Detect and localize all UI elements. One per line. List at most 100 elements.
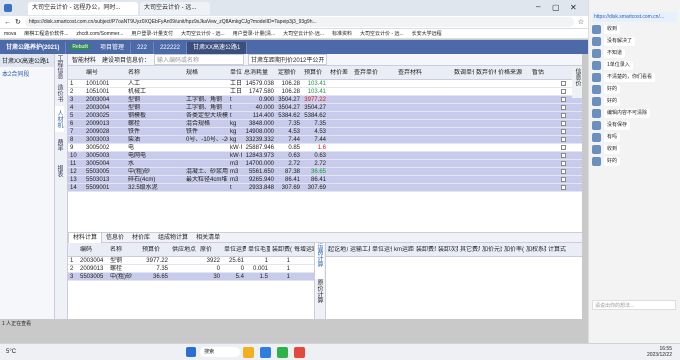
table-cell[interactable]: 4.53: [302, 128, 328, 136]
bottom-row[interactable]: 3 5503005 中(粗)砂 36.65 30 5.4 1.5 1: [68, 273, 314, 281]
table-cell[interactable]: 电网电: [126, 152, 184, 160]
table-cell[interactable]: 5.4: [222, 273, 246, 281]
table-cell[interactable]: 2003025: [84, 112, 126, 120]
table-cell[interactable]: 12: [68, 168, 84, 176]
bookmark[interactable]: 大司空云计价 - 远...: [360, 30, 404, 37]
table-cell[interactable]: 307.69: [302, 184, 328, 192]
table-cell[interactable]: 1: [270, 257, 292, 265]
table-cell[interactable]: 3922: [198, 257, 222, 265]
table-cell[interactable]: 7.44: [302, 136, 328, 144]
bookmark[interactable]: mova: [4, 31, 16, 37]
table-cell[interactable]: 混合规格: [184, 120, 228, 128]
table-cell[interactable]: 0.63: [276, 152, 302, 160]
avatar[interactable]: [592, 49, 601, 58]
table-cell[interactable]: 5561.650: [242, 168, 276, 176]
table-cell[interactable]: 2003004: [78, 257, 108, 265]
table-cell[interactable]: [328, 144, 352, 152]
table-cell[interactable]: 7.44: [276, 136, 302, 144]
tab-related-list[interactable]: 相关清单: [192, 233, 224, 243]
table-cell[interactable]: kg: [228, 120, 242, 128]
tab-price-library[interactable]: 材价库: [128, 233, 154, 243]
table-cell[interactable]: t: [228, 184, 242, 192]
table-cell[interactable]: 0: [198, 265, 222, 273]
table-cell[interactable]: 14579.038: [242, 80, 276, 88]
table-cell[interactable]: [170, 273, 198, 281]
tab-info-price[interactable]: 信息价: [102, 233, 128, 243]
table-cell[interactable]: 0.001: [246, 265, 270, 273]
table-cell[interactable]: 3003003: [84, 136, 126, 144]
table-cell[interactable]: kW·h: [228, 152, 242, 160]
table-cell[interactable]: 混凝土、砂浆用堆...: [184, 168, 228, 176]
table-cell[interactable]: 中(粗)砂: [108, 273, 140, 281]
table-cell[interactable]: 3977.22: [140, 257, 170, 265]
table-cell[interactable]: 32.5级水泥: [126, 184, 184, 192]
table-cell[interactable]: 3: [68, 273, 78, 281]
avatar[interactable]: [592, 157, 601, 166]
table-cell[interactable]: 2: [68, 88, 84, 96]
table-cell[interactable]: 2.72: [276, 160, 302, 168]
table-cell[interactable]: [184, 160, 228, 168]
avatar[interactable]: [592, 37, 601, 46]
table-cell[interactable]: 0.900: [242, 96, 276, 104]
table-cell[interactable]: 钢模板: [126, 112, 184, 120]
tab-222[interactable]: 222: [131, 42, 154, 54]
table-cell[interactable]: 3977.22: [302, 96, 328, 104]
app-icon[interactable]: [294, 346, 306, 358]
refresh-icon[interactable]: ↻: [15, 18, 21, 26]
estimate-checkbox[interactable]: [561, 81, 566, 86]
table-cell[interactable]: 0: [222, 265, 246, 273]
table-cell[interactable]: [170, 265, 198, 273]
table-cell[interactable]: kW·h: [228, 144, 242, 152]
tab-project-management[interactable]: 项目管理: [94, 42, 131, 54]
table-cell[interactable]: 87.38: [276, 168, 302, 176]
table-cell[interactable]: 2009028: [84, 128, 126, 136]
table-cell[interactable]: 中(粗)砂: [126, 168, 184, 176]
table-cell[interactable]: [328, 152, 352, 160]
table-cell[interactable]: 40.000: [242, 104, 276, 112]
table-cell[interactable]: [328, 104, 352, 112]
avatar[interactable]: [592, 25, 601, 34]
table-cell[interactable]: 4.53: [276, 128, 302, 136]
table-cell[interactable]: [328, 176, 352, 184]
table-cell[interactable]: [328, 80, 352, 88]
table-cell[interactable]: 103.41: [302, 80, 328, 88]
table-cell[interactable]: 2003004: [84, 96, 126, 104]
table-cell[interactable]: 9: [68, 144, 84, 152]
table-cell[interactable]: 5503005: [84, 168, 126, 176]
table-cell[interactable]: kg: [228, 128, 242, 136]
table-cell[interactable]: 机械工: [126, 88, 184, 96]
estimate-checkbox[interactable]: [561, 121, 566, 126]
edge-icon[interactable]: [260, 346, 272, 358]
table-cell[interactable]: 5509001: [84, 184, 126, 192]
table-cell[interactable]: 1051001: [84, 88, 126, 96]
table-cell[interactable]: 0.85: [276, 144, 302, 152]
chat-link[interactable]: https://disk.smartcost.com.cn/...: [592, 12, 677, 22]
table-cell[interactable]: 11: [68, 160, 84, 168]
tab-material-calc[interactable]: 材料计算: [68, 232, 103, 243]
table-cell[interactable]: 螺栓: [108, 265, 140, 273]
maximize-icon[interactable]: ▢: [552, 3, 560, 12]
table-cell[interactable]: 3005004: [84, 160, 126, 168]
table-cell[interactable]: 1747.580: [242, 88, 276, 96]
table-cell[interactable]: [328, 96, 352, 104]
table-cell[interactable]: [328, 184, 352, 192]
table-cell[interactable]: 103.41: [302, 88, 328, 96]
table-cell[interactable]: 碎石(4cm): [126, 176, 184, 184]
table-cell[interactable]: 工字钢、角钢: [184, 104, 228, 112]
avatar[interactable]: [592, 133, 601, 142]
table-cell[interactable]: 工日: [228, 80, 242, 88]
bookmark[interactable]: 大司空云计价 - 远...: [181, 30, 225, 37]
bookmark[interactable]: 麻棋工程造价软件...: [24, 30, 68, 37]
table-cell[interactable]: 14: [68, 184, 84, 192]
table-cell[interactable]: 2933.848: [242, 184, 276, 192]
bookmark[interactable]: 用户登录-计量(清...: [233, 30, 276, 37]
chat-input[interactable]: 请说出你的想法...: [592, 300, 676, 310]
table-cell[interactable]: 1.6: [302, 144, 328, 152]
nav-rates[interactable]: 费率: [55, 132, 64, 158]
table-cell[interactable]: [328, 168, 352, 176]
close-icon[interactable]: ✕: [570, 3, 577, 12]
table-cell[interactable]: [328, 136, 352, 144]
estimate-checkbox[interactable]: [561, 97, 566, 102]
avatar[interactable]: [592, 85, 601, 94]
table-cell[interactable]: 铁件: [126, 128, 184, 136]
